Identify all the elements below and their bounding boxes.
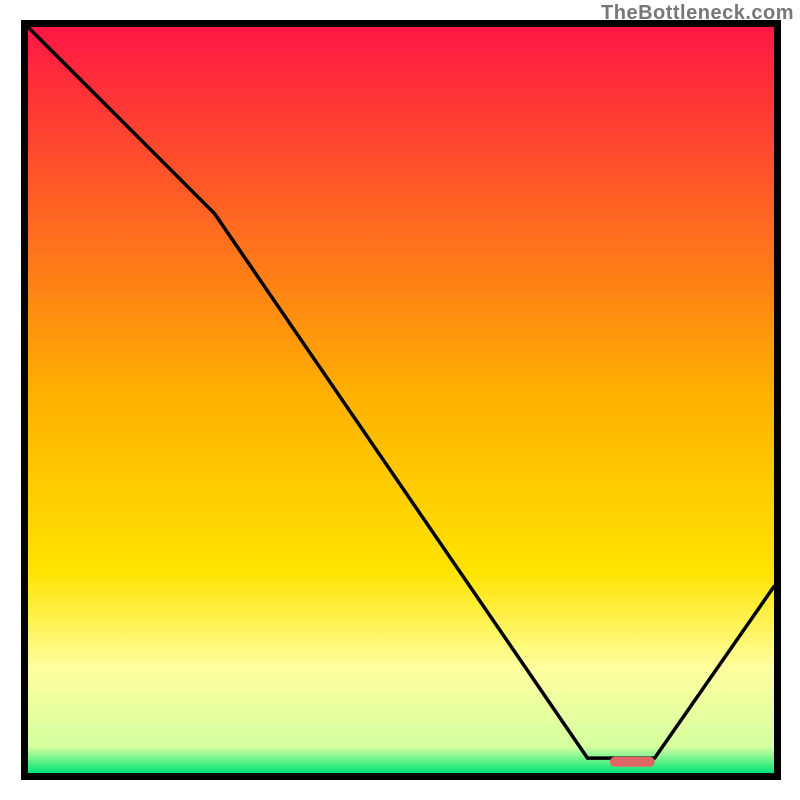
- optimal-marker: [610, 757, 655, 767]
- bottleneck-chart: [0, 0, 800, 800]
